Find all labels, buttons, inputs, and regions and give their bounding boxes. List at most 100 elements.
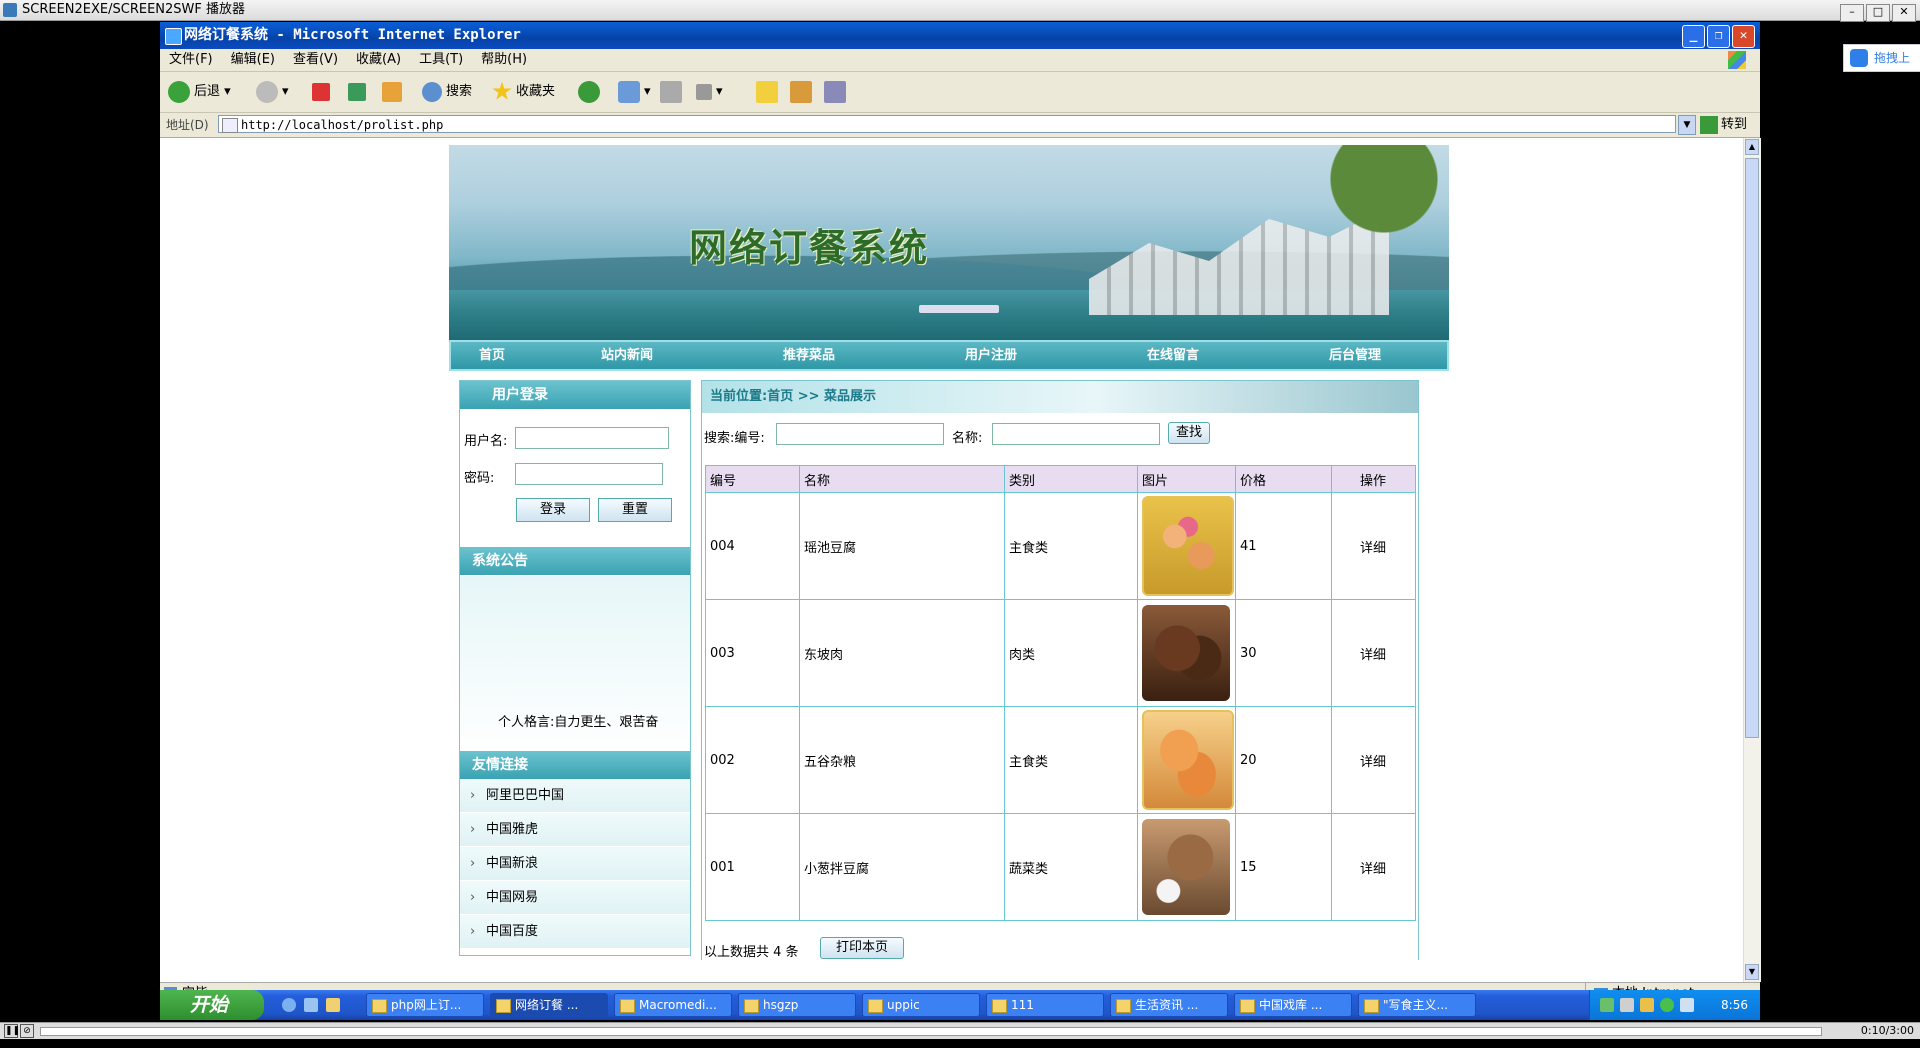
- history-button[interactable]: [578, 80, 604, 104]
- player-close-button[interactable]: ✕: [1892, 4, 1916, 22]
- mail-button[interactable]: ▾: [618, 80, 651, 104]
- tray-icon[interactable]: [1660, 998, 1674, 1012]
- ie-quicklaunch-icon[interactable]: [282, 998, 296, 1012]
- detail-link[interactable]: 详细: [1331, 813, 1416, 921]
- minimize-button[interactable]: _: [1682, 25, 1705, 48]
- menu-help[interactable]: 帮助(H): [472, 49, 536, 71]
- print-page-button[interactable]: 打印本页: [820, 937, 904, 959]
- tray-icon[interactable]: [1640, 998, 1654, 1012]
- start-button[interactable]: 开始: [160, 990, 264, 1020]
- nav-guestbook[interactable]: 在线留言: [1147, 342, 1199, 369]
- nav-news[interactable]: 站内新闻: [601, 342, 653, 369]
- password-input[interactable]: [515, 463, 663, 485]
- dish-photo[interactable]: [1142, 819, 1230, 915]
- tray-icon[interactable]: [1600, 998, 1614, 1012]
- task-food-doc[interactable]: "写食主义...: [1358, 993, 1476, 1017]
- cell-image: [1137, 706, 1236, 814]
- menu-edit[interactable]: 编辑(E): [222, 49, 284, 71]
- detail-link[interactable]: 详细: [1331, 599, 1416, 707]
- search-name-input[interactable]: [992, 423, 1160, 445]
- task-macromedia[interactable]: Macromedi...: [614, 993, 732, 1017]
- username-input[interactable]: [515, 427, 669, 449]
- notes-button[interactable]: [756, 80, 782, 104]
- detail-link[interactable]: 详细: [1331, 492, 1416, 600]
- address-input[interactable]: http://localhost/prolist.php: [218, 115, 1676, 133]
- scroll-down-button[interactable]: ▼: [1745, 964, 1759, 980]
- scroll-up-button[interactable]: ▲: [1745, 139, 1759, 155]
- edit-button[interactable]: ▾: [696, 80, 723, 104]
- ie-icon: [165, 28, 182, 45]
- search-button[interactable]: 搜索: [422, 80, 472, 104]
- link-alibaba[interactable]: 阿里巴巴中国: [460, 779, 690, 813]
- restore-button[interactable]: ❐: [1707, 25, 1730, 48]
- task-life-info[interactable]: 生活资讯 ...: [1110, 993, 1228, 1017]
- nav-register[interactable]: 用户注册: [965, 342, 1017, 369]
- system-tray: 8:56: [1589, 990, 1760, 1020]
- cell-id: 001: [705, 813, 800, 921]
- link-yahoo[interactable]: 中国雅虎: [460, 813, 690, 847]
- favorites-button[interactable]: 收藏夹: [492, 80, 555, 104]
- menu-favorites[interactable]: 收藏(A): [347, 49, 410, 71]
- tray-icon[interactable]: [1680, 998, 1694, 1012]
- back-button[interactable]: 后退 ▾: [168, 80, 231, 104]
- vertical-scrollbar[interactable]: ▲ ▼: [1743, 138, 1761, 982]
- menu-file[interactable]: 文件(F): [160, 49, 222, 71]
- task-uppic[interactable]: uppic: [862, 993, 980, 1017]
- address-url: http://localhost/prolist.php: [241, 118, 444, 132]
- search-button[interactable]: 查找: [1168, 422, 1210, 444]
- address-dropdown-button[interactable]: ▼: [1678, 115, 1696, 135]
- clock: 8:56: [1721, 998, 1748, 1012]
- task-opera-lib[interactable]: 中国戏库 ...: [1234, 993, 1352, 1017]
- desktop-quicklaunch-icon[interactable]: [304, 998, 318, 1012]
- detail-link[interactable]: 详细: [1331, 706, 1416, 814]
- tray-icon[interactable]: [1620, 998, 1634, 1012]
- progress-track[interactable]: [40, 1027, 1822, 1036]
- media-quicklaunch-icon[interactable]: [326, 998, 340, 1012]
- menu-tools[interactable]: 工具(T): [410, 49, 472, 71]
- print-button[interactable]: [660, 80, 686, 104]
- reset-button[interactable]: 重置: [598, 498, 672, 522]
- nav-recommended[interactable]: 推荐菜品: [783, 342, 835, 369]
- link-baidu[interactable]: 中国百度: [460, 915, 690, 949]
- task-ie[interactable]: 网络订餐 ...: [490, 993, 608, 1017]
- cell-image: [1137, 599, 1236, 707]
- close-button[interactable]: ✕: [1732, 25, 1755, 48]
- pause-icon[interactable]: ❚❚: [4, 1024, 20, 1038]
- player-control-bar: ❚❚ ⊘ 0:10/3:00: [0, 1022, 1920, 1039]
- nav-home[interactable]: 首页: [479, 342, 505, 369]
- menu-view[interactable]: 查看(V): [284, 49, 347, 71]
- home-button[interactable]: [382, 80, 406, 104]
- research-button[interactable]: [790, 80, 816, 104]
- nav-admin[interactable]: 后台管理: [1329, 342, 1381, 369]
- dish-photo[interactable]: [1142, 605, 1230, 701]
- forward-button[interactable]: ▾: [256, 80, 289, 104]
- address-label: 地址(D): [166, 118, 209, 132]
- col-category: 类别: [1004, 465, 1138, 493]
- stop-button[interactable]: [312, 80, 334, 104]
- link-netease[interactable]: 中国网易: [460, 881, 690, 915]
- task-php[interactable]: php网上订...: [366, 993, 484, 1017]
- scroll-thumb[interactable]: [1745, 158, 1759, 738]
- cell-name: 小葱拌豆腐: [799, 813, 1005, 921]
- player-minimize-button[interactable]: –: [1840, 4, 1864, 22]
- notice-marquee: 个人格言:自力更生、艰苦奋: [498, 715, 659, 730]
- messenger-button[interactable]: [824, 80, 850, 104]
- player-maximize-button[interactable]: □: [1866, 4, 1890, 22]
- cell-id: 002: [705, 706, 800, 814]
- dish-photo[interactable]: [1142, 496, 1234, 596]
- go-button[interactable]: 转到: [1700, 115, 1747, 135]
- stop-icon[interactable]: ⊘: [20, 1024, 34, 1038]
- ie-window: 网络订餐系统 - Microsoft Internet Explorer _ ❐…: [160, 22, 1761, 1020]
- task-111[interactable]: 111: [986, 993, 1104, 1017]
- breadcrumb: 当前位置:首页 >> 菜品展示: [702, 381, 1418, 413]
- player-app-icon: [3, 3, 17, 17]
- cell-price: 20: [1235, 706, 1332, 814]
- dish-photo[interactable]: [1142, 710, 1234, 810]
- link-sina[interactable]: 中国新浪: [460, 847, 690, 881]
- search-id-input[interactable]: [776, 423, 944, 445]
- login-button[interactable]: 登录: [516, 498, 590, 522]
- refresh-button[interactable]: [348, 80, 370, 104]
- task-hsgzp[interactable]: hsgzp: [738, 993, 856, 1017]
- baidu-widget[interactable]: 拖拽上: [1843, 44, 1920, 72]
- cell-id: 003: [705, 599, 800, 707]
